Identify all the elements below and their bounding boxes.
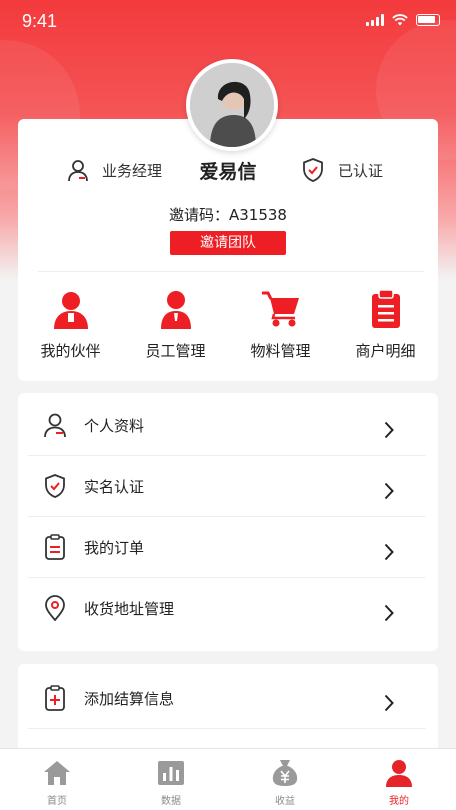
chevron-right-icon — [384, 543, 394, 561]
menu-item-profile[interactable]: 个人资料 — [18, 395, 438, 456]
status-icons — [366, 14, 440, 26]
chevron-right-icon — [384, 604, 394, 622]
home-icon — [42, 758, 72, 788]
shield-check-icon — [45, 474, 65, 498]
quick-action-label: 物料管理 — [250, 342, 311, 360]
profile-info-row: 业务经理 爱易信 已认证 — [18, 158, 438, 186]
quick-action-label: 我的伙伴 — [40, 342, 101, 360]
clipboard-icon — [364, 288, 408, 330]
staff-icon — [154, 288, 198, 330]
person-icon — [384, 758, 414, 788]
settings-menu: 个人资料 实名认证 我的订单 收货地址管理 — [18, 393, 438, 651]
quick-action-materials[interactable]: 物料管理 — [228, 288, 333, 368]
chevron-right-icon — [384, 421, 394, 439]
user-icon — [44, 413, 66, 438]
quick-actions: 我的伙伴 员工管理 物料管理 商户明细 — [18, 288, 438, 368]
partner-icon — [49, 288, 93, 330]
settlement-icon — [45, 685, 65, 711]
chevron-right-icon — [384, 694, 394, 712]
cart-icon — [259, 288, 303, 330]
money-bag-icon — [270, 758, 300, 788]
avatar[interactable] — [186, 59, 278, 151]
tab-label: 首页 — [47, 796, 67, 807]
tab-home[interactable]: 首页 — [0, 749, 114, 810]
status-bar: 9:41 — [0, 0, 456, 44]
chevron-right-icon — [384, 482, 394, 500]
menu-item-verification[interactable]: 实名认证 — [18, 456, 438, 517]
quick-action-merchants[interactable]: 商户明细 — [333, 288, 438, 368]
invite-code: 邀请码：A31538 — [169, 206, 287, 224]
menu-item-orders[interactable]: 我的订单 — [18, 517, 438, 578]
location-icon — [45, 595, 65, 621]
quick-action-label: 员工管理 — [145, 342, 206, 360]
menu-label: 收货地址管理 — [84, 600, 175, 618]
menu-label: 实名认证 — [84, 478, 145, 496]
tab-earnings[interactable]: 收益 — [228, 749, 342, 810]
verified-label: 已认证 — [338, 161, 384, 180]
divider — [38, 271, 424, 272]
tab-label: 收益 — [275, 796, 295, 807]
tab-bar: 首页 数据 收益 我的 — [0, 748, 456, 810]
menu-label: 个人资料 — [84, 417, 145, 435]
menu-label: 添加结算信息 — [84, 690, 175, 708]
verified-tag: 已认证 — [302, 158, 383, 182]
order-icon — [45, 534, 65, 560]
signal-icon — [366, 14, 384, 26]
quick-action-label: 商户明细 — [355, 342, 416, 360]
menu-item-address[interactable]: 收货地址管理 — [18, 578, 438, 639]
divider — [28, 728, 426, 729]
tab-label: 我的 — [389, 796, 409, 807]
menu-item-settlement[interactable]: 添加结算信息 — [18, 668, 438, 729]
tab-data[interactable]: 数据 — [114, 749, 228, 810]
invite-team-button[interactable]: 邀请团队 — [170, 231, 286, 255]
chart-icon — [156, 758, 186, 788]
wifi-icon — [392, 14, 408, 26]
tab-mine[interactable]: 我的 — [342, 749, 456, 810]
shield-check-icon — [303, 158, 323, 182]
tab-label: 数据 — [161, 796, 181, 807]
quick-action-partners[interactable]: 我的伙伴 — [18, 288, 123, 368]
status-time: 9:41 — [22, 11, 58, 31]
menu-label: 我的订单 — [84, 539, 145, 557]
quick-action-staff[interactable]: 员工管理 — [123, 288, 228, 368]
battery-icon — [416, 14, 440, 26]
